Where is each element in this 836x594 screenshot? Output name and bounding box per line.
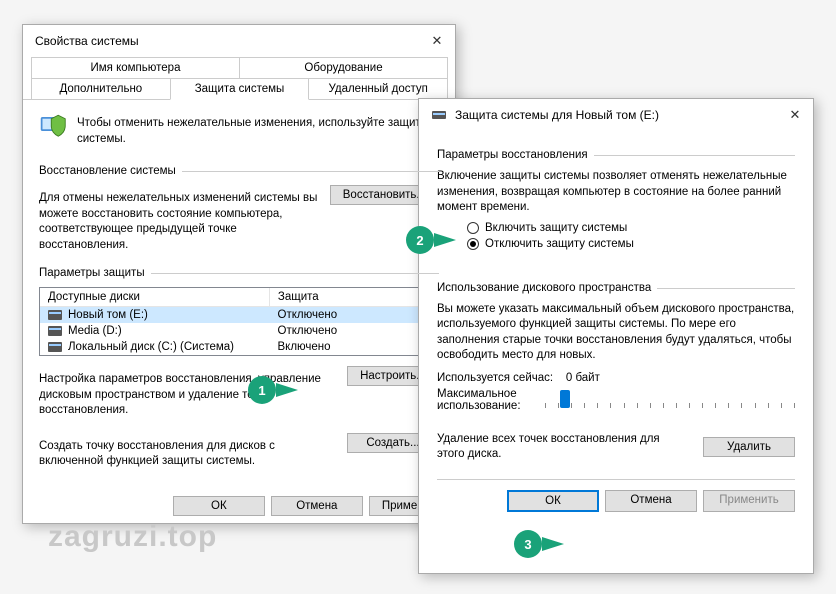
radio-icon	[467, 222, 479, 234]
titlebar: Свойства системы ✕	[23, 25, 455, 57]
drive-icon	[48, 342, 62, 352]
radio-enable-protection[interactable]: Включить защиту системы	[467, 222, 795, 234]
table-row[interactable]: Новый том (E:) Отключено	[40, 307, 438, 323]
disk-usage-group: Использование дискового пространства	[437, 282, 795, 294]
delete-description: Удаление всех точек восстановления для э…	[437, 432, 683, 463]
tab-system-protection[interactable]: Защита системы	[170, 78, 310, 100]
table-row[interactable]: Локальный диск (C:) (Система) Включено	[40, 339, 438, 355]
restore-description: Для отмены нежелательных изменений систе…	[39, 191, 318, 253]
ok-button[interactable]: ОК	[173, 496, 265, 516]
radio-disable-protection[interactable]: Отключить защиту системы	[467, 238, 795, 250]
cancel-button[interactable]: Отмена	[605, 490, 697, 512]
drive-icon	[431, 107, 447, 123]
dialog-body: Параметры восстановления Включение защит…	[419, 131, 813, 524]
system-properties-window: Свойства системы ✕ Имя компьютера Оборуд…	[22, 24, 456, 524]
tab-computer-name[interactable]: Имя компьютера	[31, 57, 240, 79]
callout-1: 1	[248, 376, 298, 404]
callout-2: 2	[406, 226, 456, 254]
delete-button[interactable]: Удалить	[703, 437, 795, 457]
usage-now-value: 0 байт	[566, 372, 600, 384]
tab-remote[interactable]: Удаленный доступ	[308, 78, 448, 100]
window-title: Свойства системы	[35, 34, 139, 48]
system-protection-config-window: Защита системы для Новый том (E:) ✕ Пара…	[418, 98, 814, 574]
cancel-button[interactable]: Отмена	[271, 496, 363, 516]
max-usage-slider[interactable]	[545, 390, 795, 410]
watermark: zagruzi.top	[48, 520, 217, 554]
apply-button[interactable]: Применить	[703, 490, 795, 512]
drive-icon	[48, 310, 62, 320]
drives-table: Доступные диски Защита Новый том (E:) От…	[39, 287, 439, 356]
restore-params-group: Параметры восстановления	[437, 149, 795, 161]
close-icon[interactable]: ✕	[785, 107, 805, 123]
tab-advanced[interactable]: Дополнительно	[31, 78, 171, 100]
titlebar: Защита системы для Новый том (E:) ✕	[419, 99, 813, 131]
window-title: Защита системы для Новый том (E:)	[455, 108, 659, 122]
col-drives: Доступные диски	[40, 288, 270, 306]
max-usage-row: Максимальное использование:	[437, 388, 795, 412]
tab-hardware[interactable]: Оборудование	[239, 57, 448, 79]
info-text: Чтобы отменить нежелательные изменения, …	[77, 116, 439, 147]
max-usage-label: Максимальное использование:	[437, 388, 535, 412]
close-icon[interactable]: ✕	[427, 33, 447, 49]
restore-group-label: Восстановление системы	[39, 165, 439, 177]
disk-usage-desc: Вы можете указать максимальный объем дис…	[437, 302, 795, 364]
params-group-label: Параметры защиты	[39, 267, 439, 279]
radio-icon	[467, 238, 479, 250]
tab-body: Чтобы отменить нежелательные изменения, …	[23, 100, 455, 488]
ok-button[interactable]: ОК	[507, 490, 599, 512]
table-row[interactable]: Media (D:) Отключено	[40, 323, 438, 339]
shield-icon	[39, 110, 67, 138]
restore-params-desc: Включение защиты системы позволяет отмен…	[437, 169, 795, 216]
usage-now-label: Используется сейчас:	[437, 372, 553, 384]
callout-3: 3	[514, 530, 564, 558]
drive-icon	[48, 326, 62, 336]
col-protection: Защита	[270, 288, 438, 306]
table-header: Доступные диски Защита	[40, 288, 438, 307]
tabs: Имя компьютера Оборудование Дополнительн…	[23, 57, 455, 100]
create-description: Создать точку восстановления для дисков …	[39, 439, 335, 470]
